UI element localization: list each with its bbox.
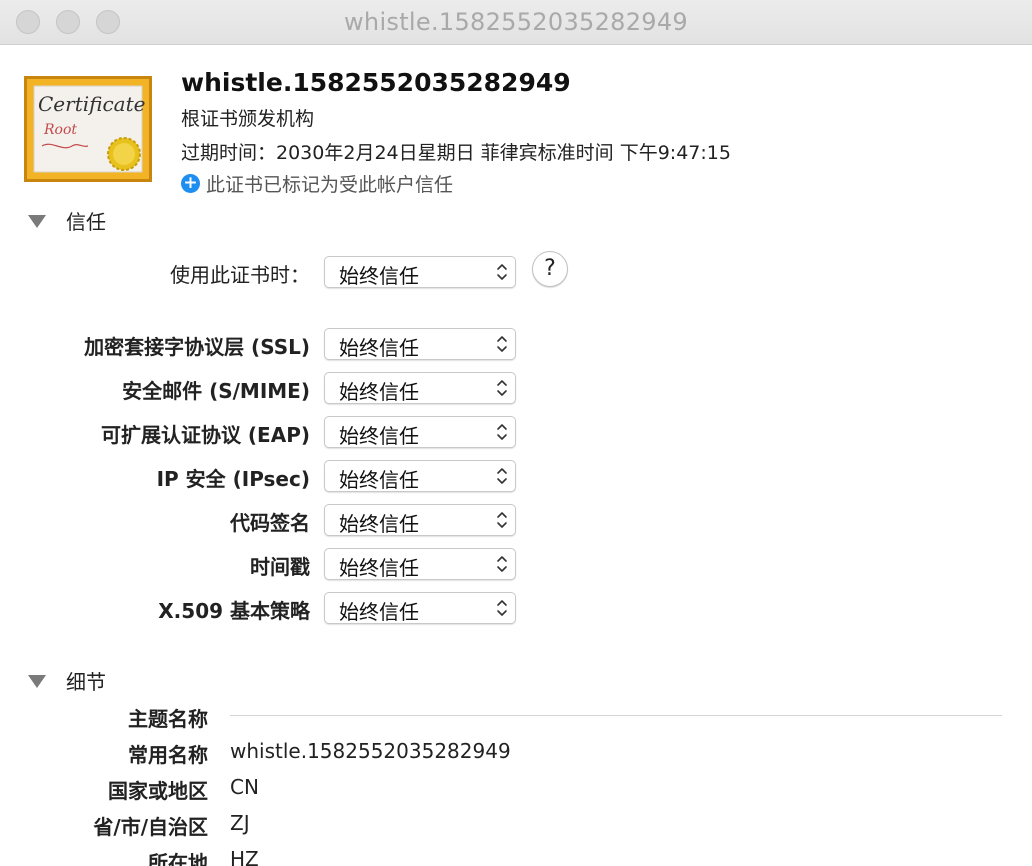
detail-label-country: 国家或地区: [108, 779, 208, 803]
popup-value: 始终信任: [339, 380, 419, 404]
certificate-script-text: Certificate: [38, 92, 145, 116]
seal-icon: [107, 137, 141, 171]
trust-section-title: 信任: [66, 210, 106, 234]
popup-value: 始终信任: [339, 556, 419, 580]
trust-popup-x509[interactable]: 始终信任: [324, 592, 516, 624]
trust-note-text: 此证书已标记为受此帐户信任: [206, 174, 454, 196]
trust-row-label-ipsec: IP 安全 (IPsec): [156, 467, 310, 491]
certificate-icon: Certificate Root: [24, 76, 152, 182]
popup-value: 始终信任: [339, 468, 419, 492]
detail-label-province: 省/市/自治区: [93, 815, 208, 839]
trust-popup-code-signing[interactable]: 始终信任: [324, 504, 516, 536]
chevron-updown-icon: [497, 600, 507, 616]
chevron-updown-icon: [497, 468, 507, 484]
popup-value: 始终信任: [339, 512, 419, 536]
trust-row-label-code-signing: 代码签名: [230, 511, 310, 535]
popup-value: 始终信任: [339, 600, 419, 624]
trust-row-label-eap: 可扩展认证协议 (EAP): [100, 423, 310, 447]
trust-row-label-smime: 安全邮件 (S/MIME): [122, 379, 310, 403]
certificate-name: whistle.1582552035282949: [181, 68, 571, 97]
certificate-type: 根证书颁发机构: [181, 108, 315, 130]
trust-row-label-timestamp: 时间戳: [250, 555, 310, 579]
certificate-window: whistle.1582552035282949 Certificate Roo…: [0, 0, 1032, 866]
when-using-popup[interactable]: 始终信任: [324, 256, 516, 288]
subject-name-divider: [230, 715, 1002, 716]
window-title: whistle.1582552035282949: [344, 8, 688, 36]
trust-popup-ipsec[interactable]: 始终信任: [324, 460, 516, 492]
chevron-updown-icon: [497, 556, 507, 572]
trust-section-toggle[interactable]: 信任: [28, 206, 106, 235]
detail-value-country: CN: [230, 775, 259, 799]
subject-name-label: 主题名称: [128, 707, 208, 731]
detail-value-province: ZJ: [230, 811, 250, 835]
certificate-sub-text: Root: [43, 122, 77, 138]
trust-popup-timestamp[interactable]: 始终信任: [324, 548, 516, 580]
detail-label-common-name: 常用名称: [128, 743, 208, 767]
trust-row-label-ssl: 加密套接字协议层 (SSL): [84, 335, 310, 359]
detail-label-locality: 所在地: [148, 851, 208, 866]
detail-value-common-name: whistle.1582552035282949: [230, 739, 511, 763]
popup-value: 始终信任: [339, 264, 419, 288]
disclosure-triangle-icon[interactable]: [28, 675, 46, 688]
trust-popup-eap[interactable]: 始终信任: [324, 416, 516, 448]
certificate-expiry: 过期时间：2030年2月24日星期日 菲律宾标准时间 下午9:47:15: [181, 142, 731, 164]
chevron-updown-icon: [497, 380, 507, 396]
help-button[interactable]: ?: [532, 251, 568, 287]
trust-popup-smime[interactable]: 始终信任: [324, 372, 516, 404]
chevron-updown-icon: [497, 264, 507, 280]
popup-value: 始终信任: [339, 424, 419, 448]
trust-popup-ssl[interactable]: 始终信任: [324, 328, 516, 360]
chevron-updown-icon: [497, 424, 507, 440]
popup-value: 始终信任: [339, 336, 419, 360]
detail-value-locality: HZ: [230, 847, 259, 866]
when-using-label: 使用此证书时：: [170, 263, 310, 287]
plus-circle-icon: +: [181, 174, 200, 193]
chevron-updown-icon: [497, 336, 507, 352]
details-section-toggle[interactable]: 细节: [28, 666, 106, 695]
trust-row-label-x509: X.509 基本策略: [158, 599, 310, 623]
details-section-title: 细节: [66, 670, 106, 694]
disclosure-triangle-icon[interactable]: [28, 215, 46, 228]
title-bar[interactable]: whistle.1582552035282949: [0, 0, 1032, 45]
trust-note: + 此证书已标记为受此帐户信任: [181, 170, 453, 197]
chevron-updown-icon: [497, 512, 507, 528]
